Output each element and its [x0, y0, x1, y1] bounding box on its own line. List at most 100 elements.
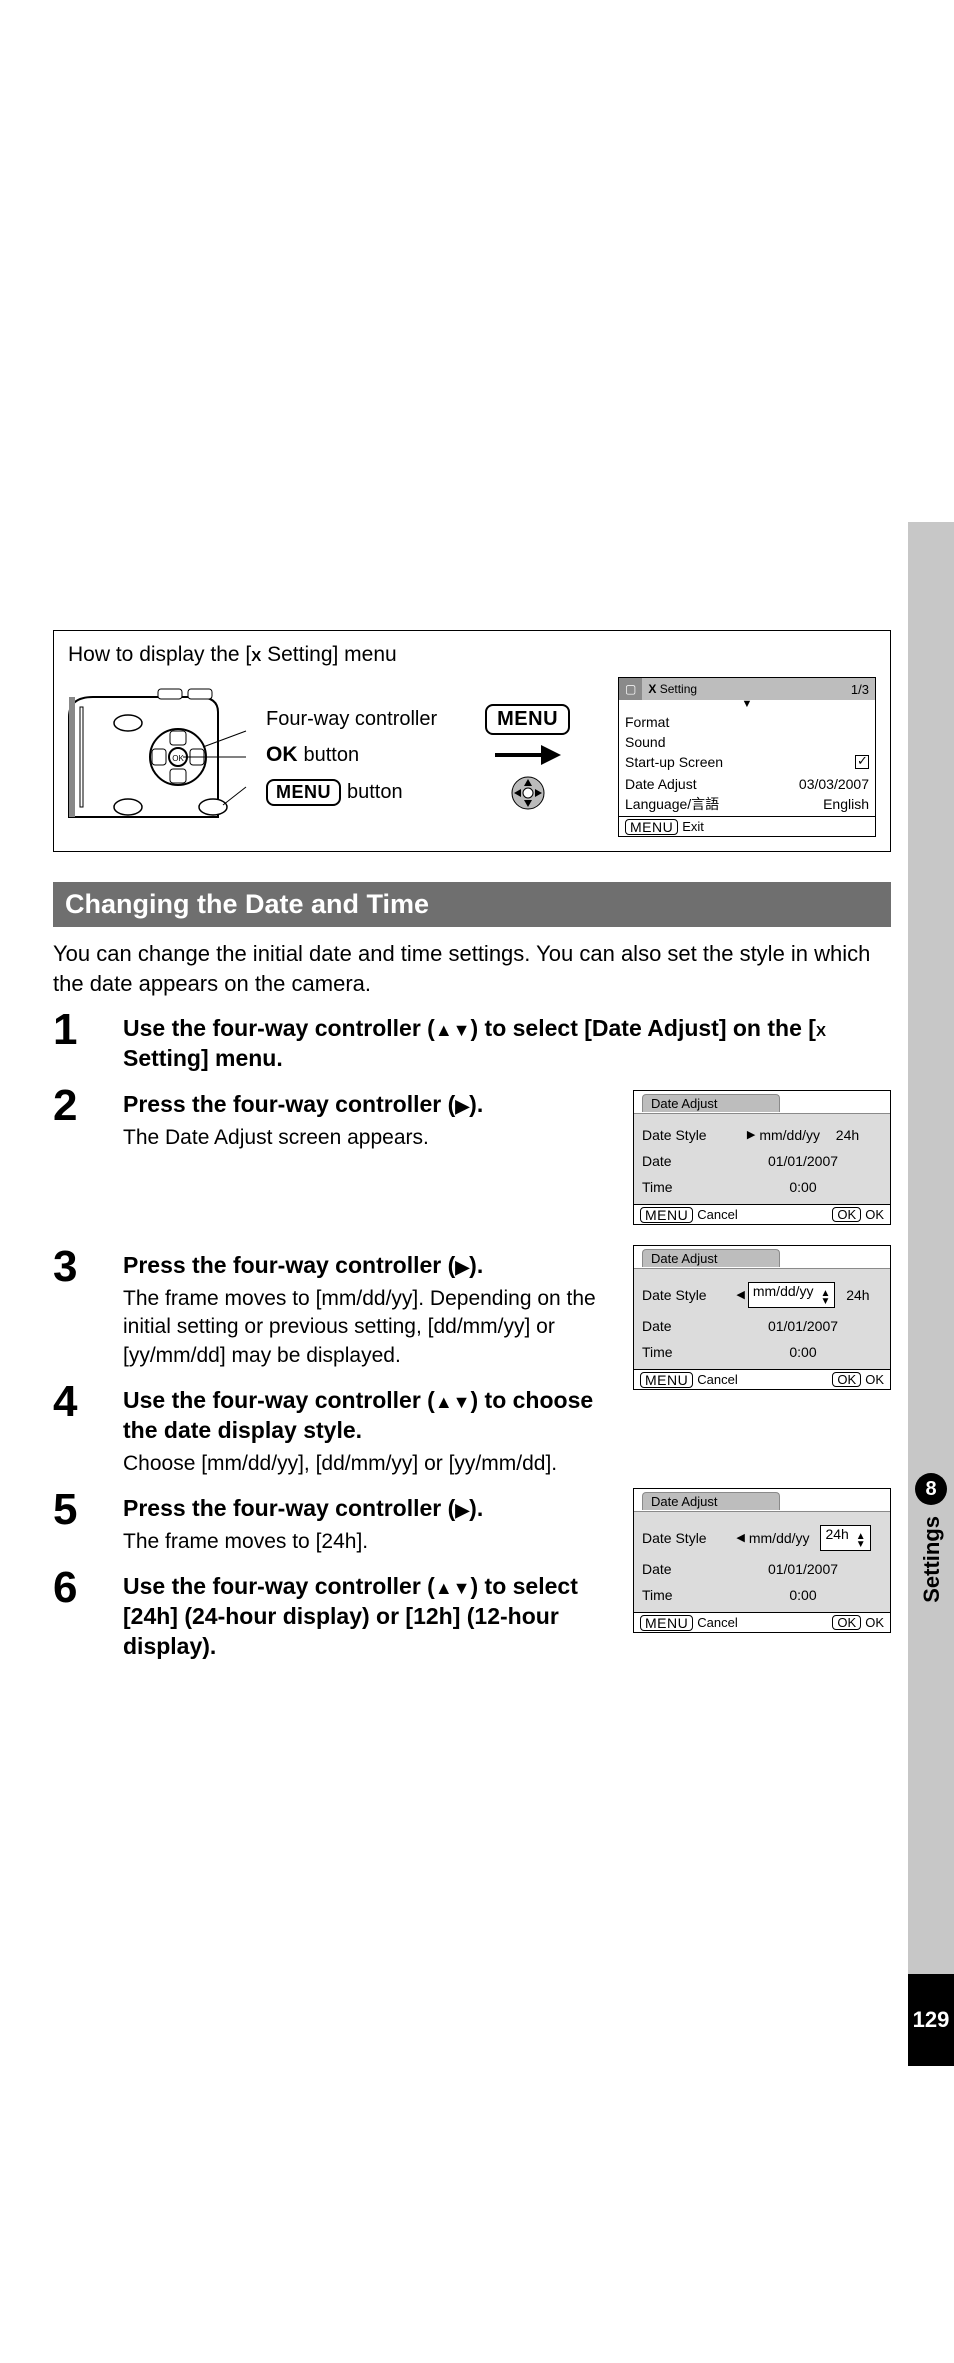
row-date: Date01/01/2007 [642, 1148, 882, 1174]
menu-badge-icon: MENU [266, 779, 341, 806]
step-instruction: Use the four-way controller (▲▼) to sele… [123, 1014, 891, 1074]
step-2: 2 Press the four-way controller (▶). The… [53, 1084, 891, 1235]
left-triangle-icon: ◀ [736, 1290, 744, 1301]
text: mm/dd/yy [753, 1283, 814, 1299]
text: mm/dd/yy [749, 1531, 810, 1545]
lcd-footer: MENUCancel OKOK [634, 1369, 890, 1389]
text: Cancel [697, 1373, 737, 1386]
svg-text:OK: OK [172, 754, 184, 763]
step-number: 2 [53, 1084, 105, 1128]
step-5: 5 Press the four-way controller (▶). The… [53, 1488, 621, 1556]
text: English [823, 797, 869, 811]
menu-item-startup-screen: Start-up Screen [625, 752, 869, 774]
step-number: 5 [53, 1488, 105, 1532]
text: mm/dd/yy [759, 1128, 820, 1142]
step-1: 1 Use the four-way controller (▲▼) to se… [53, 1008, 891, 1074]
menu-item-format: Format [625, 712, 869, 732]
how-to-display-box: How to display the [X Setting] menu [53, 630, 891, 852]
text: Use the four-way controller ( [123, 1015, 435, 1041]
date-adjust-lcd-1: Date Adjust Date Style ▶mm/dd/yy 24h Dat… [633, 1090, 891, 1225]
text: Time [642, 1588, 724, 1602]
right-triangle-icon: ▶ [455, 1096, 469, 1116]
text: Press the four-way controller ( [123, 1252, 455, 1278]
step-instruction: Press the four-way controller (▶). [123, 1494, 621, 1524]
text: 24h [846, 1288, 869, 1302]
text: Date Style [642, 1128, 724, 1142]
right-triangle-icon: ▶ [747, 1130, 755, 1141]
text: button [304, 744, 360, 767]
menu-item-date-adjust: Date Adjust03/03/2007 [625, 774, 869, 794]
menu-item-language: Language/言語 English [625, 794, 869, 814]
ok-badge-icon: OK [832, 1615, 861, 1630]
row-time: Time0:00 [642, 1339, 882, 1365]
down-triangle-icon: ▼ [453, 1392, 471, 1412]
text: ). [469, 1091, 483, 1117]
four-way-glyph-icon [510, 775, 546, 811]
intro-text: You can change the initial date and time… [53, 939, 891, 998]
text: Use the four-way controller ( [123, 1387, 435, 1413]
step-instruction: Use the four-way controller (▲▼) to sele… [123, 1572, 621, 1662]
lcd-footer-exit: Exit [682, 820, 704, 833]
text: 24h [825, 1526, 848, 1542]
camera-back-illustration: OK [68, 687, 248, 827]
page-number-tab: 129 [908, 1974, 954, 2066]
how-to-title: How to display the [X Setting] menu [68, 643, 876, 667]
step-instruction: Press the four-way controller (▶). [123, 1251, 621, 1281]
left-triangle-icon: ◀ [736, 1533, 744, 1544]
text: Language/言語 [625, 797, 719, 811]
step-3: 3 Press the four-way controller (▶). The… [53, 1245, 621, 1370]
text: Date [642, 1562, 724, 1576]
date-adjust-lcd-3: Date Adjust Date Style ◀ mm/dd/yy 24h ▲▼ [633, 1488, 891, 1633]
setting-menu-lcd: ▢ X Setting 1/3 ▼ Format Sound Start-up … [618, 677, 876, 837]
lcd-tab: Date Adjust [642, 1249, 780, 1267]
right-arrow-icon [493, 743, 563, 767]
up-down-caret-icon: ▲▼ [820, 1290, 830, 1306]
lcd-page-indicator: 1/3 [851, 683, 875, 696]
section-heading: Changing the Date and Time [53, 882, 891, 927]
step-number: 3 [53, 1245, 105, 1289]
text: Time [642, 1180, 724, 1194]
row-time: Time0:00 [642, 1174, 882, 1200]
right-triangle-icon: ▶ [455, 1257, 469, 1277]
up-triangle-icon: ▲ [435, 1578, 453, 1598]
text: Cancel [697, 1616, 737, 1629]
highlighted-style: mm/dd/yy ▲▼ [749, 1283, 834, 1307]
step-subtext: The frame moves to [24h]. [123, 1528, 621, 1556]
menu-item-sound: Sound [625, 732, 869, 752]
text: Date [642, 1319, 724, 1333]
lcd-titlebar: ▢ X Setting 1/3 [619, 678, 875, 700]
text: OK [865, 1616, 884, 1629]
check-icon [855, 755, 869, 769]
text: Use the four-way controller ( [123, 1573, 435, 1599]
text: ). [469, 1252, 483, 1278]
text: ). [469, 1495, 483, 1521]
lcd-footer: MENUCancel OKOK [634, 1204, 890, 1224]
text: 0:00 [724, 1588, 882, 1602]
row-date-style: Date Style ▶ mm/dd/yy 24h [642, 1122, 882, 1148]
text: How to display the [ [68, 643, 251, 666]
text: 24h [836, 1128, 859, 1142]
down-caret-icon: ▼ [619, 700, 875, 708]
setting-tab: X Setting [642, 678, 703, 700]
step-subtext: Choose [mm/dd/yy], [dd/mm/yy] or [yy/mm/… [123, 1450, 621, 1478]
step-instruction: Press the four-way controller (▶). [123, 1090, 621, 1120]
row-date: Date01/01/2007 [642, 1556, 882, 1582]
lcd-tab: Date Adjust [642, 1492, 780, 1510]
settings-icon: X [251, 648, 261, 665]
row-date-style: Date Style ◀ mm/dd/yy ▲▼ 24h [642, 1277, 882, 1313]
step-number: 4 [53, 1380, 105, 1424]
step-subtext: The frame moves to [mm/dd/yy]. Depending… [123, 1285, 621, 1370]
text: OK [865, 1373, 884, 1386]
side-tab-grey [908, 522, 954, 1974]
text: button [347, 781, 403, 804]
up-triangle-icon: ▲ [435, 1392, 453, 1412]
camera-tab-icon: ▢ [619, 678, 642, 700]
lcd-footer: MENU Exit [619, 816, 875, 836]
text: 01/01/2007 [724, 1319, 882, 1333]
text: Press the four-way controller ( [123, 1091, 455, 1117]
down-triangle-icon: ▼ [453, 1020, 471, 1040]
text: Press the four-way controller ( [123, 1495, 455, 1521]
down-triangle-icon: ▼ [453, 1578, 471, 1598]
step-instruction: Use the four-way controller (▲▼) to choo… [123, 1386, 621, 1446]
menu-badge-small: MENU [640, 1207, 693, 1223]
